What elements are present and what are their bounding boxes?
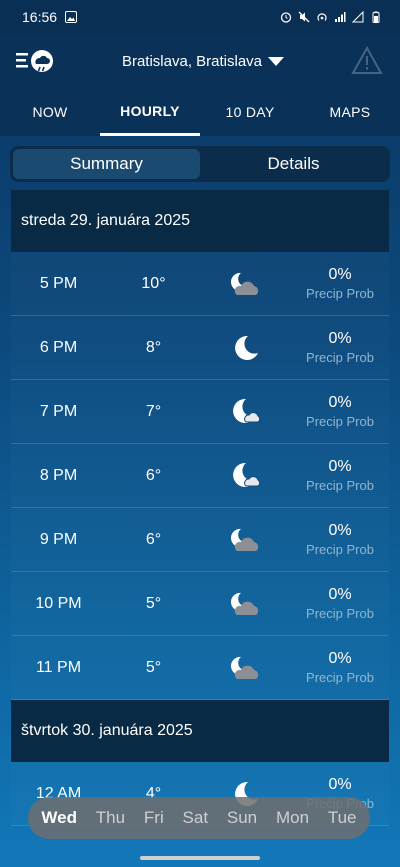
precip-value: 0% <box>328 266 352 283</box>
precip-value: 0% <box>328 330 352 347</box>
moon-cloud-icon <box>201 525 291 555</box>
precip-value: 0% <box>328 650 352 667</box>
precip-value: 0% <box>328 776 352 793</box>
precip-value: 0% <box>328 458 352 475</box>
hourly-row[interactable]: 11 PM 5° 0% Precip Prob <box>11 636 389 700</box>
precip-label: Precip Prob <box>306 542 374 557</box>
precip-label: Precip Prob <box>306 350 374 365</box>
hour-temp: 5° <box>145 658 162 676</box>
moon-icon <box>201 333 291 363</box>
day-header: štvrtok 30. januára 2025 <box>11 700 389 762</box>
alert-warning-icon[interactable] <box>350 44 384 78</box>
day-navigator: Wed Thu Fri Sat Sun Mon Tue <box>28 797 370 839</box>
day-header: streda 29. januára 2025 <box>11 190 389 252</box>
hotspot-icon <box>317 13 327 21</box>
precip-block: 0% Precip Prob <box>291 522 389 557</box>
location-label: Bratislava, Bratislava <box>121 52 263 70</box>
day-title: streda 29. januára 2025 <box>21 212 191 229</box>
hour-temp: 6° <box>145 530 162 548</box>
view-segment-control: Summary Details <box>10 146 390 182</box>
hourly-row[interactable]: 7 PM 7° 0% Precip Prob <box>11 380 389 444</box>
precip-block: 0% Precip Prob <box>291 394 389 429</box>
day-nav-wed[interactable]: Wed <box>41 808 77 828</box>
day-nav-tue[interactable]: Tue <box>328 808 357 828</box>
hour-time: 7 PM <box>39 402 78 420</box>
gallery-icon <box>65 11 78 23</box>
home-indicator <box>140 856 260 860</box>
precip-label: Precip Prob <box>306 478 374 493</box>
battery-icon <box>372 11 380 23</box>
signal-icon <box>335 12 346 22</box>
hourly-row[interactable]: 10 PM 5° 0% Precip Prob <box>11 572 389 636</box>
day-nav-fri[interactable]: Fri <box>144 808 164 828</box>
app-header: Bratislava, Bratislava <box>0 34 400 88</box>
status-bar: 16:56 <box>0 0 400 34</box>
hourly-list: streda 29. januára 2025 5 PM 10° 0% Precip P… <box>11 190 389 826</box>
precip-block: 0% Precip Prob <box>291 330 389 365</box>
day-nav-thu[interactable]: Thu <box>96 808 125 828</box>
hourly-row[interactable]: 8 PM 6° 0% Precip Prob <box>11 444 389 508</box>
hour-temp: 8° <box>145 338 162 356</box>
tab-now[interactable]: NOW <box>0 88 100 136</box>
precip-label: Precip Prob <box>306 286 374 301</box>
precip-label: Precip Prob <box>306 414 374 429</box>
app-logo-icon <box>16 50 53 72</box>
hourly-row[interactable]: 5 PM 10° 0% Precip Prob <box>11 252 389 316</box>
chevron-down-icon <box>268 56 285 66</box>
precip-block: 0% Precip Prob <box>291 266 389 301</box>
hour-temp: 6° <box>145 466 162 484</box>
main-tabs: NOW HOURLY 10 DAY MAPS <box>0 88 400 136</box>
moon-cloud-icon <box>201 653 291 683</box>
hour-time: 6 PM <box>39 338 78 356</box>
moon-cloud-icon <box>201 269 291 299</box>
hour-temp: 10° <box>141 274 166 292</box>
hour-temp: 5° <box>145 594 162 612</box>
hour-time: 10 PM <box>35 594 82 612</box>
hourly-row[interactable]: 6 PM 8° 0% Precip Prob <box>11 316 389 380</box>
precip-block: 0% Precip Prob <box>291 586 389 621</box>
precip-block: 0% Precip Prob <box>291 650 389 685</box>
tab-10-day[interactable]: 10 DAY <box>200 88 300 136</box>
precip-label: Precip Prob <box>306 606 374 621</box>
day-nav-sun[interactable]: Sun <box>227 808 257 828</box>
hour-time: 8 PM <box>39 466 78 484</box>
hour-temp: 7° <box>145 402 162 420</box>
precip-value: 0% <box>328 394 352 411</box>
precip-block: 0% Precip Prob <box>291 458 389 493</box>
tab-maps[interactable]: MAPS <box>300 88 400 136</box>
hourly-row[interactable]: 9 PM 6° 0% Precip Prob <box>11 508 389 572</box>
summary-toggle[interactable]: Summary <box>13 149 200 179</box>
precip-value: 0% <box>328 586 352 603</box>
moon-small-cloud-icon <box>201 397 291 427</box>
precip-value: 0% <box>328 522 352 539</box>
location-selector[interactable]: Bratislava, Bratislava <box>121 52 285 70</box>
hour-time: 5 PM <box>39 274 78 292</box>
details-toggle[interactable]: Details <box>200 149 387 179</box>
day-nav-sat[interactable]: Sat <box>183 808 209 828</box>
day-nav-mon[interactable]: Mon <box>276 808 309 828</box>
signal-bars-icon <box>352 11 364 23</box>
menu-button[interactable] <box>16 45 56 77</box>
tab-hourly[interactable]: HOURLY <box>100 88 200 136</box>
status-time: 16:56 <box>22 9 58 25</box>
hour-time: 9 PM <box>39 530 78 548</box>
moon-small-cloud-icon <box>201 461 291 491</box>
alarm-icon <box>280 12 292 23</box>
day-title: štvrtok 30. januára 2025 <box>21 722 193 739</box>
precip-label: Precip Prob <box>306 670 374 685</box>
moon-cloud-icon <box>201 589 291 619</box>
mute-icon <box>298 11 310 23</box>
hour-time: 11 PM <box>35 658 82 676</box>
